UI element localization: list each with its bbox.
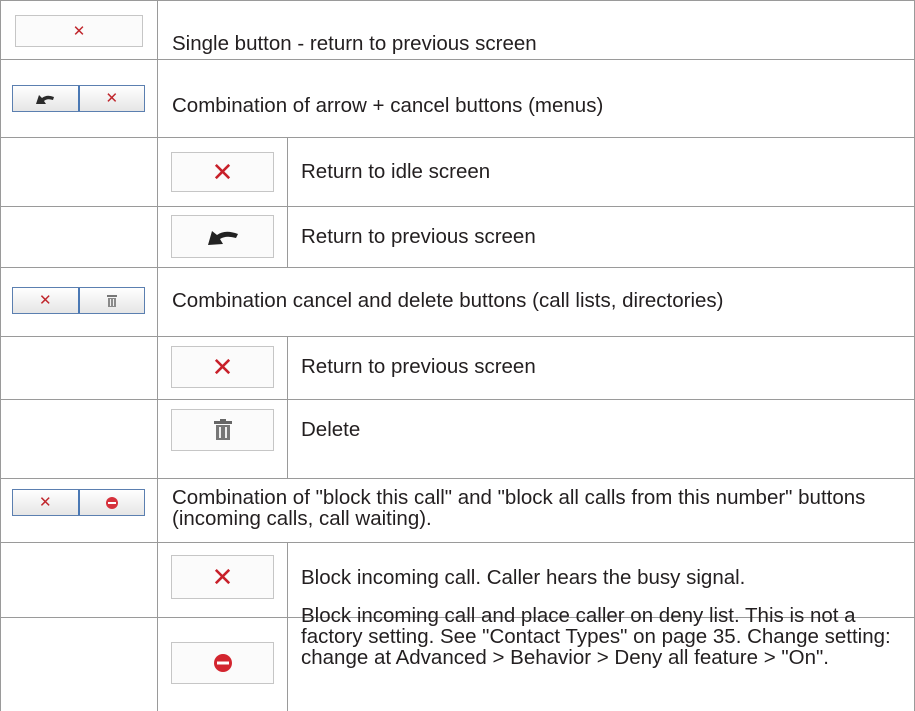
row-description: Combination cancel and delete buttons (c… [172, 289, 724, 312]
no-entry-icon [213, 654, 232, 672]
delete-button-sample [171, 409, 274, 451]
table-rule [0, 336, 915, 337]
arrow-cancel-combo-sample: ✕ [12, 85, 145, 112]
table-rule [287, 336, 288, 478]
trash-icon [213, 419, 232, 440]
back-button-sample [171, 215, 274, 258]
row-description: Block incoming call and place caller on … [301, 604, 891, 669]
back-arrow-icon [207, 230, 238, 245]
x-icon: ✕ [13, 490, 78, 515]
deny-button-sample [171, 642, 274, 684]
table-rule [0, 59, 915, 60]
row-description: Block incoming call. Caller hears the bu… [301, 566, 746, 589]
x-icon: ✕ [77, 86, 144, 111]
cancel-delete-combo-sample: ✕ [12, 287, 145, 314]
table-rule [157, 0, 158, 711]
table-rule [287, 137, 288, 267]
row-description: Return to idle screen [301, 160, 491, 183]
trash-icon [77, 288, 144, 313]
x-icon: ✕ [211, 157, 234, 187]
row-description: Combination of arrow + cancel buttons (m… [172, 94, 604, 117]
row-description: Single button - return to previous scree… [172, 32, 537, 55]
x-icon: ✕ [72, 22, 86, 40]
row-description: Return to previous screen [301, 225, 536, 248]
row-description: Delete [301, 418, 361, 441]
button-reference-table: ✕ Single button - return to previous scr… [0, 0, 915, 711]
back-arrow-icon [13, 86, 78, 111]
table-rule [0, 399, 915, 400]
block-combo-sample: ✕ [12, 489, 145, 516]
table-rule [0, 206, 915, 207]
table-rule [0, 0, 915, 1]
x-icon: ✕ [13, 288, 78, 313]
no-entry-icon [77, 490, 144, 515]
x-icon: ✕ [211, 352, 234, 382]
table-rule [0, 542, 915, 543]
table-rule [0, 267, 915, 268]
x-icon: ✕ [211, 562, 234, 592]
single-cancel-button-sample: ✕ [15, 15, 143, 47]
table-rule [0, 0, 1, 711]
table-rule [0, 478, 915, 479]
cancel-button-sample: ✕ [171, 152, 274, 192]
table-rule [0, 137, 915, 138]
row-description: Combination of "block this call" and "bl… [172, 486, 866, 530]
table-rule [287, 542, 288, 711]
row-description: Return to previous screen [301, 355, 536, 378]
block-call-button-sample: ✕ [171, 555, 274, 599]
cancel-button-sample: ✕ [171, 346, 274, 388]
